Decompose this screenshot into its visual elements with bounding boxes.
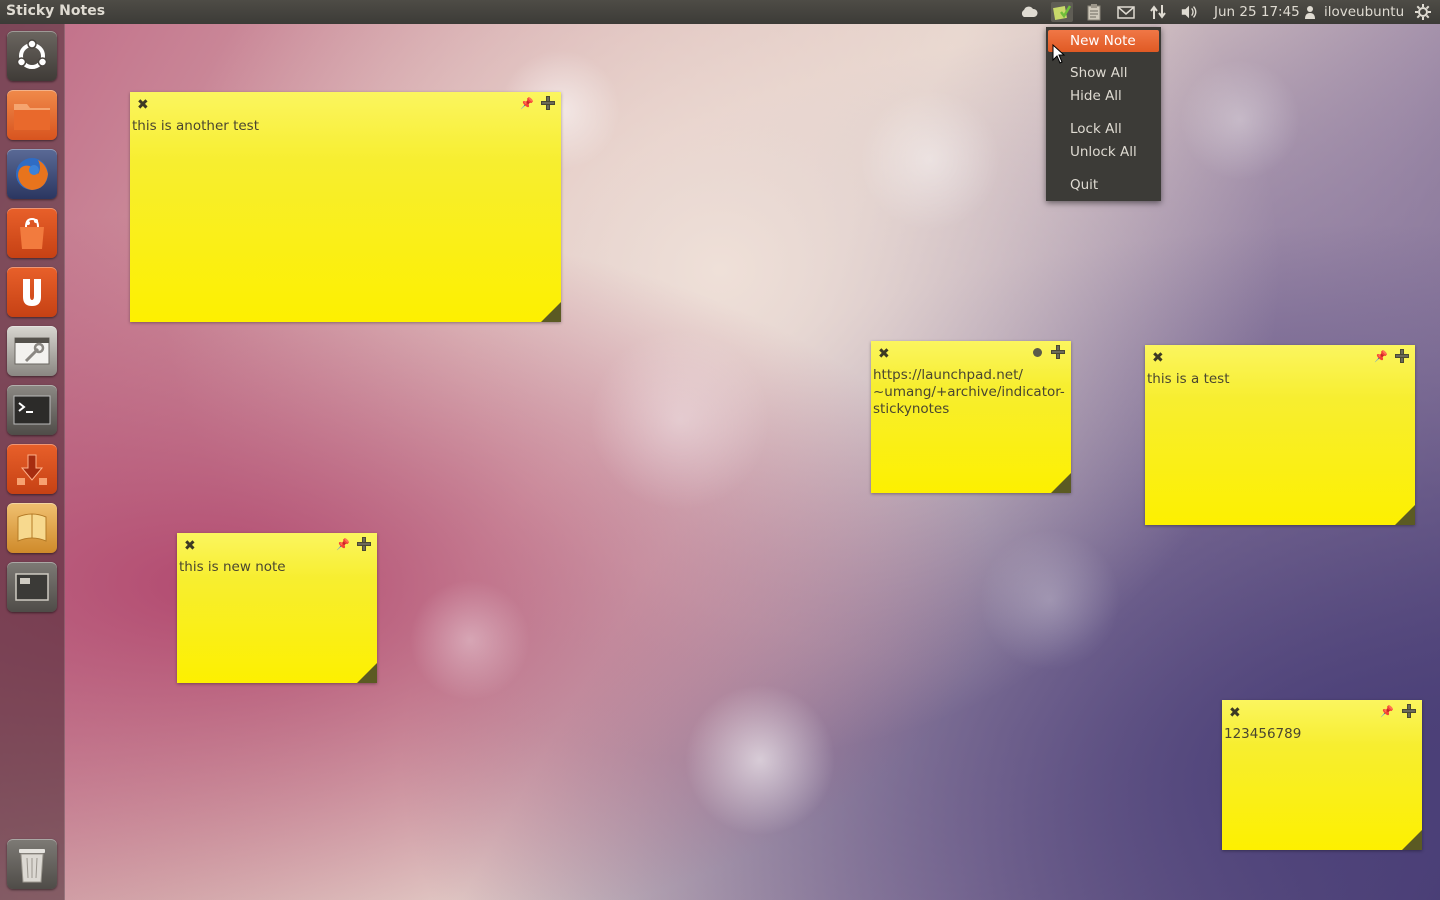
note-text[interactable]: this is new note: [179, 559, 373, 576]
note-text[interactable]: this is a test: [1147, 371, 1411, 388]
lock-icon[interactable]: [1033, 348, 1042, 357]
menu-item-lock-all[interactable]: Lock All: [1048, 118, 1159, 140]
network-icon[interactable]: [1149, 3, 1167, 21]
top-panel: Sticky Notes Jun 25 17:45 iloveubuntu: [0, 0, 1440, 24]
clock[interactable]: Jun 25 17:45: [1214, 4, 1300, 20]
menu-item-unlock-all[interactable]: Unlock All: [1048, 141, 1159, 163]
sticky-note[interactable]: ✖ 📌 123456789: [1222, 700, 1422, 850]
menu-item-hide-all[interactable]: Hide All: [1048, 85, 1159, 107]
user-name[interactable]: iloveubuntu: [1324, 4, 1404, 20]
launcher: [0, 24, 65, 900]
clipboard-icon[interactable]: [1085, 3, 1103, 21]
add-note-icon[interactable]: [1050, 344, 1066, 360]
ubuntu-one-icon[interactable]: [7, 267, 57, 317]
desktop: Sticky Notes Jun 25 17:45 iloveubuntu ✖ …: [0, 0, 1440, 900]
notes-app-icon[interactable]: [7, 503, 57, 553]
files-icon[interactable]: [7, 90, 57, 140]
workspace-switcher-icon[interactable]: [7, 562, 57, 612]
pin-icon[interactable]: 📌: [520, 97, 534, 110]
ubuntu-dash-icon[interactable]: [7, 31, 57, 81]
add-note-icon[interactable]: [540, 95, 556, 111]
close-note-icon[interactable]: ✖: [137, 97, 149, 113]
update-manager-icon[interactable]: [7, 444, 57, 494]
volume-icon[interactable]: [1180, 3, 1198, 21]
system-settings-icon[interactable]: [7, 326, 57, 376]
pin-icon[interactable]: 📌: [1380, 705, 1394, 718]
close-note-icon[interactable]: ✖: [1152, 350, 1164, 366]
close-note-icon[interactable]: ✖: [878, 346, 890, 362]
resize-grip[interactable]: [541, 302, 561, 322]
note-text[interactable]: 123456789: [1224, 726, 1418, 743]
close-note-icon[interactable]: ✖: [1229, 705, 1241, 721]
mouse-cursor-icon: [1052, 44, 1066, 64]
note-text[interactable]: this is another test: [132, 118, 557, 135]
mail-icon[interactable]: [1117, 3, 1135, 21]
sticky-note[interactable]: ✖ 📌 this is another test: [130, 92, 561, 322]
software-center-icon[interactable]: [7, 208, 57, 258]
cloud-icon[interactable]: [1020, 3, 1038, 21]
note-text[interactable]: https://launchpad.net/ ~umang/+archive/i…: [873, 367, 1067, 418]
pin-icon[interactable]: 📌: [336, 538, 350, 551]
sticky-note[interactable]: ✖ 📌 this is new note: [177, 533, 377, 683]
menu-item-show-all[interactable]: Show All: [1048, 62, 1159, 84]
pin-icon[interactable]: 📌: [1374, 350, 1388, 363]
sticky-note[interactable]: ✖ https://launchpad.net/ ~umang/+archive…: [871, 341, 1071, 493]
terminal-icon[interactable]: [7, 385, 57, 435]
sticky-notes-indicator-icon[interactable]: [1051, 2, 1073, 22]
menu-item-quit[interactable]: Quit: [1048, 174, 1159, 196]
add-note-icon[interactable]: [356, 536, 372, 552]
user-icon: [1303, 3, 1317, 21]
resize-grip[interactable]: [1402, 830, 1422, 850]
resize-grip[interactable]: [1395, 505, 1415, 525]
add-note-icon[interactable]: [1401, 703, 1417, 719]
resize-grip[interactable]: [357, 663, 377, 683]
session-gear-icon[interactable]: [1414, 3, 1432, 21]
resize-grip[interactable]: [1051, 473, 1071, 493]
close-note-icon[interactable]: ✖: [184, 538, 196, 554]
sticky-note[interactable]: ✖ 📌 this is a test: [1145, 345, 1415, 525]
add-note-icon[interactable]: [1394, 348, 1410, 364]
firefox-icon[interactable]: [7, 149, 57, 199]
trash-icon[interactable]: [7, 839, 57, 889]
app-title: Sticky Notes: [6, 3, 106, 19]
